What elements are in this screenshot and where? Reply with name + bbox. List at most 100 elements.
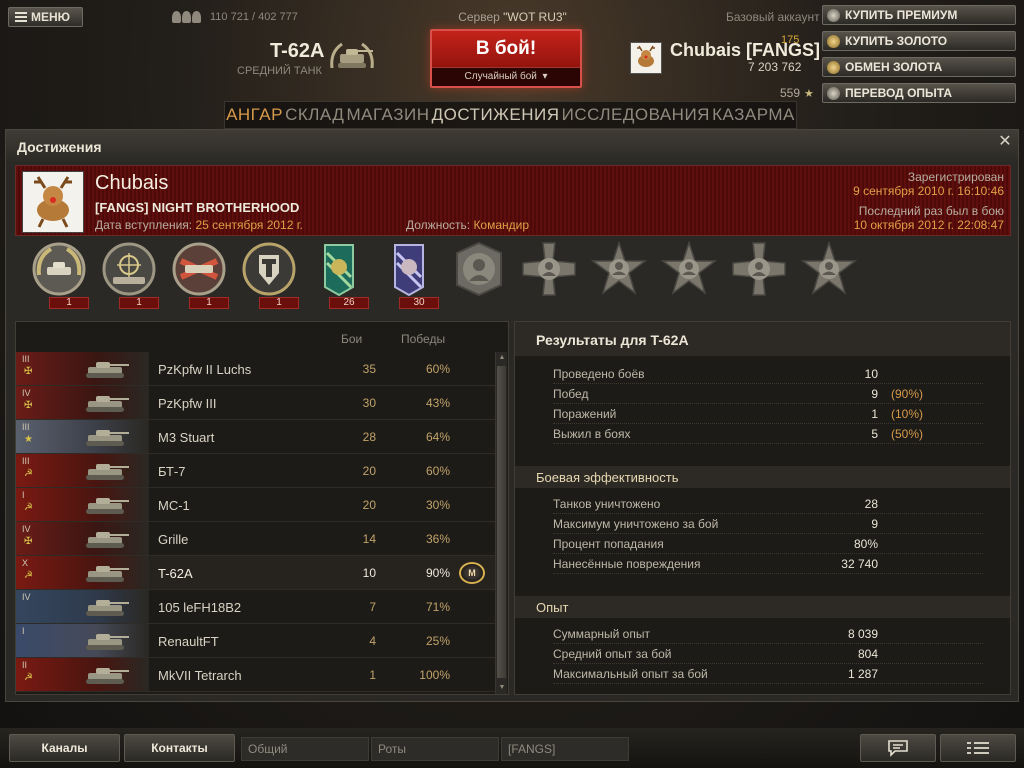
profile-clan[interactable]: [FANGS] NIGHT BROTHERHOOD (95, 200, 299, 215)
table-row[interactable]: III ☭ БТ-7 20 60% (16, 454, 496, 488)
players-icon (172, 11, 204, 23)
chat-button[interactable] (860, 734, 936, 762)
tier-label: IV (22, 388, 31, 398)
stat-row: Максимум уничтожено за бой 9 (553, 514, 983, 534)
exchange-gold-button[interactable]: ОБМЕН ЗОЛОТА (822, 57, 1016, 77)
server-name: "WOT RU3" (503, 10, 567, 24)
mastery-badge-icon: M (459, 562, 485, 584)
clan-role-value: Командир (473, 218, 530, 232)
table-row[interactable]: I ☭ МС-1 20 30% (16, 488, 496, 522)
vehicle-list-scrollbar[interactable]: ▲ ▼ (495, 352, 507, 694)
scroll-down-icon[interactable]: ▼ (496, 682, 508, 694)
medal-count: 1 (189, 297, 229, 309)
tier-label: III (22, 354, 30, 364)
table-row[interactable]: III ✠ PzKpfw II Luchs 35 60% (16, 352, 496, 386)
medal-tank-wreath[interactable]: 1 (27, 239, 91, 311)
battle-mode-label: Случайный бой (464, 71, 537, 82)
nav-barracks[interactable]: КАЗАРМА (712, 105, 795, 125)
vehicle-results-panel: Результаты для T-62A Проведено боёв 10 Поб… (514, 321, 1011, 695)
current-tank-name: T-62A (270, 40, 325, 62)
nav-achievements[interactable]: ДОСТИЖЕНИЯ (432, 105, 560, 125)
reindeer-icon (34, 176, 72, 228)
exchange-icon (827, 60, 840, 74)
medal-count: 26 (329, 297, 369, 309)
buy-gold-label: КУПИТЬ ЗОЛОТО (845, 34, 948, 48)
table-row[interactable]: IV ✠ PzKpfw III 30 43% (16, 386, 496, 420)
nation-emblem-icon: ☭ (24, 468, 33, 479)
stat-label: Поражений (553, 407, 617, 421)
chat-tab-general[interactable]: Общий (241, 737, 369, 761)
medal-green-ribbon[interactable]: 26 (307, 239, 371, 311)
vehicle-battles: 4 (369, 634, 376, 648)
nav-hangar[interactable]: АНГАР (226, 105, 283, 125)
medal-star-1[interactable] (587, 239, 651, 311)
vehicle-wins: 60% (425, 464, 450, 478)
tier-label: II (22, 660, 28, 670)
medal-star-2[interactable] (657, 239, 721, 311)
table-row[interactable]: I RenaultFT 4 25% (16, 624, 496, 658)
table-row[interactable]: IV 105 leFH18B2 7 71% (16, 590, 496, 624)
stat-label: Суммарный опыт (553, 627, 650, 641)
menu-button[interactable]: МЕНЮ (8, 7, 83, 27)
scroll-up-icon[interactable]: ▲ (496, 352, 508, 364)
stat-value: 80% (853, 537, 878, 551)
registered-label: Зарегистрирован (907, 170, 1004, 184)
nav-research[interactable]: ИССЛЕДОВАНИЯ (562, 105, 710, 125)
medal-portrait-1[interactable] (447, 239, 511, 311)
battle-mode-dropdown[interactable]: Случайный бой ▾ (432, 67, 580, 86)
table-row[interactable]: IV ✠ Grille 14 36% (16, 522, 496, 556)
chat-tab-clan[interactable]: [FANGS] (501, 737, 629, 761)
blue-ribbon-medal-icon (394, 244, 424, 297)
chat-tab-companies[interactable]: Роты (371, 737, 499, 761)
free-xp-value: 559 (780, 86, 801, 100)
buy-gold-button[interactable]: КУПИТЬ ЗОЛОТО (822, 31, 1016, 51)
channels-button[interactable]: Каналы (9, 734, 120, 762)
sniper-medal-icon (102, 242, 156, 296)
tier-label: IV (22, 524, 31, 534)
header-battles[interactable]: Бои (341, 332, 362, 346)
list-icon (967, 742, 989, 754)
header-wins[interactable]: Победы (401, 332, 445, 346)
scroll-thumb[interactable] (497, 366, 506, 678)
medal-sniper[interactable]: 1 (97, 239, 161, 311)
double-tank-medal-icon (172, 242, 226, 296)
table-row[interactable]: II ☭ MkVII Tetrarch 1 100% (16, 658, 496, 692)
tank-icon (86, 668, 129, 684)
vehicle-wins: 25% (425, 634, 450, 648)
table-row[interactable]: X ☭ T-62A 10 90% M (16, 556, 496, 590)
vehicle-name: PzKpfw II Luchs (158, 362, 252, 377)
medal-star-3[interactable] (797, 239, 861, 311)
medal-cross-1[interactable] (517, 239, 581, 311)
vehicle-wins: 36% (425, 532, 450, 546)
medal-double-tank[interactable]: 1 (167, 239, 231, 311)
tank-icon (86, 600, 129, 616)
transfer-xp-button[interactable]: ПЕРЕВОД ОПЫТА (822, 83, 1016, 103)
account-type: Базовый аккаунт (726, 10, 820, 24)
nav-shop[interactable]: МАГАЗИН (346, 105, 429, 125)
nav-depot[interactable]: СКЛАД (285, 105, 344, 125)
medal-count: 1 (49, 297, 89, 309)
stat-percent: (50%) (891, 427, 924, 441)
cross-medal-icon (522, 242, 576, 296)
nation-emblem-icon: ✠ (24, 400, 33, 411)
main-nav: АНГАР СКЛАД МАГАЗИН ДОСТИЖЕНИЯ ИССЛЕДОВА… (224, 101, 797, 129)
close-icon[interactable]: ✕ (998, 134, 1012, 150)
medal-blue-ribbon[interactable]: 30 (377, 239, 441, 311)
battle-button[interactable]: В бой! Случайный бой ▾ (430, 29, 582, 88)
medal-shield-emblem[interactable]: 1 (237, 239, 301, 311)
credits-balance: 7 203 762 (748, 60, 802, 74)
buy-premium-button[interactable]: КУПИТЬ ПРЕМИУМ (822, 5, 1016, 25)
tank-icon (86, 532, 129, 548)
notifications-button[interactable] (940, 734, 1016, 762)
medal-cross-2[interactable] (727, 239, 791, 311)
table-row[interactable]: III ★ M3 Stuart 28 64% (16, 420, 496, 454)
portrait-medal-icon (456, 241, 502, 297)
medal-count: 1 (119, 297, 159, 309)
cross-medal-icon (732, 242, 786, 296)
reindeer-icon (637, 45, 655, 67)
stat-value: 1 287 (847, 667, 878, 681)
vehicle-name: PzKpfw III (158, 396, 217, 411)
vehicle-battles: 30 (362, 396, 376, 410)
stat-value: 10 (864, 367, 878, 381)
contacts-button[interactable]: Контакты (124, 734, 235, 762)
